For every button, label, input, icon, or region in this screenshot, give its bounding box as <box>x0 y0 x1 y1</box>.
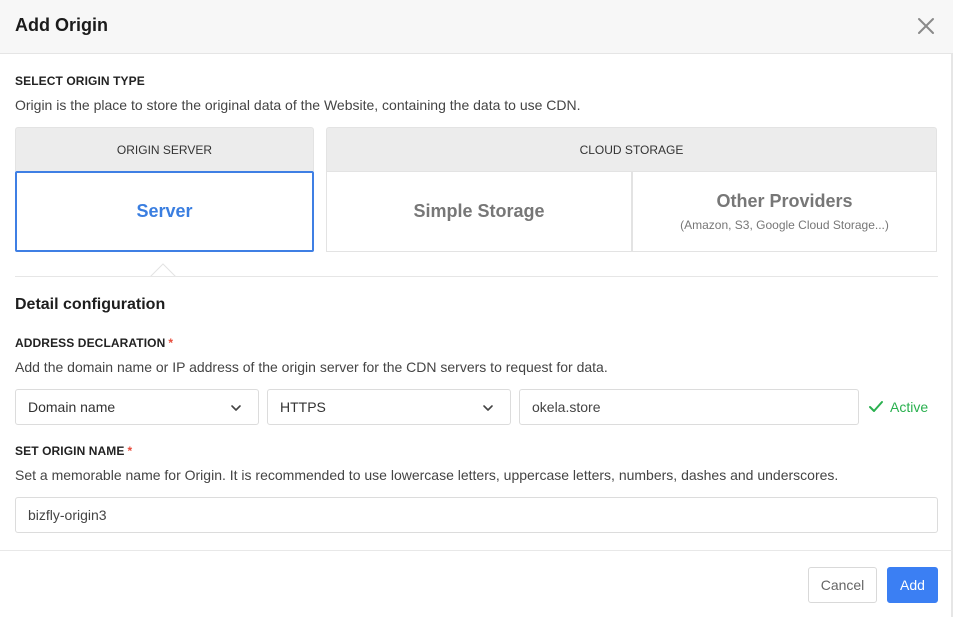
origin-name-label: SET ORIGIN NAME * <box>15 444 132 458</box>
chevron-down-icon <box>231 405 241 411</box>
origin-type-description: Origin is the place to store the origina… <box>15 97 581 113</box>
add-origin-dialog: Add Origin SELECT ORIGIN TYPE Origin is … <box>0 0 953 617</box>
protocol-select[interactable]: HTTPS <box>267 389 511 425</box>
origin-name-description: Set a memorable name for Origin. It is r… <box>15 467 839 483</box>
origin-server-group-header: ORIGIN SERVER <box>15 127 314 171</box>
address-status-text: Active <box>890 399 929 415</box>
origin-name-value: bizfly-origin3 <box>28 507 107 523</box>
required-mark: * <box>168 336 174 350</box>
origin-type-label: SELECT ORIGIN TYPE <box>15 74 145 88</box>
footer-divider <box>0 550 953 551</box>
origin-type-simple-storage-card[interactable]: Simple Storage <box>326 171 632 252</box>
add-button[interactable]: Add <box>887 567 938 603</box>
origin-host-input[interactable]: okela.store <box>519 389 859 425</box>
detail-configuration-heading: Detail configuration <box>15 296 166 313</box>
origin-host-value: okela.store <box>532 399 601 415</box>
other-providers-subtitle: (Amazon, S3, Google Cloud Storage...) <box>680 218 889 232</box>
cancel-button[interactable]: Cancel <box>808 567 877 603</box>
address-type-select[interactable]: Domain name <box>15 389 259 425</box>
dialog-header: Add Origin <box>0 0 953 54</box>
cloud-storage-group-header: CLOUD STORAGE <box>326 127 937 171</box>
address-type-value: Domain name <box>28 399 116 415</box>
check-icon <box>869 401 883 412</box>
origin-type-server-card[interactable]: Server <box>15 171 314 252</box>
chevron-down-icon <box>483 405 493 411</box>
origin-name-input[interactable]: bizfly-origin3 <box>15 497 938 533</box>
required-mark: * <box>127 444 133 458</box>
address-declaration-label: ADDRESS DECLARATION * <box>15 336 173 350</box>
selection-pointer-icon <box>150 263 176 277</box>
section-divider <box>15 276 938 277</box>
server-option-label: Server <box>136 201 193 221</box>
address-status: Active <box>868 399 928 415</box>
protocol-value: HTTPS <box>280 399 326 415</box>
address-declaration-description: Add the domain name or IP address of the… <box>15 359 608 375</box>
origin-name-label-text: SET ORIGIN NAME <box>15 444 125 458</box>
other-providers-option-label: Other Providers <box>716 191 853 211</box>
close-icon[interactable] <box>915 15 937 37</box>
dialog-title: Add Origin <box>15 15 108 35</box>
address-declaration-label-text: ADDRESS DECLARATION <box>15 336 166 350</box>
origin-type-other-providers-card[interactable]: Other Providers (Amazon, S3, Google Clou… <box>632 171 937 252</box>
simple-storage-option-label: Simple Storage <box>413 201 545 221</box>
